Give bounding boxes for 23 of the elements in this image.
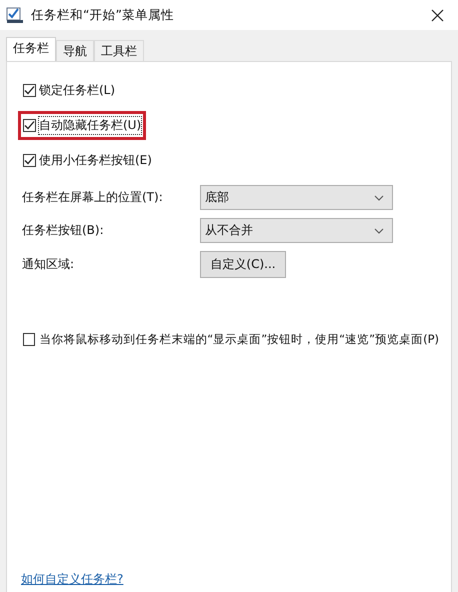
setting-label: 任务栏在屏幕上的位置(T): — [22, 189, 164, 206]
checkbox-label: 锁定任务栏(L) — [39, 82, 116, 99]
checkbox[interactable] — [23, 154, 36, 167]
tab[interactable]: 任务栏 — [6, 37, 56, 61]
close-icon[interactable] — [431, 8, 444, 22]
chevron-down-icon — [374, 228, 384, 234]
checkbox[interactable] — [23, 333, 36, 346]
setting-label: 通知区域: — [22, 256, 76, 273]
tab[interactable]: 工具栏 — [94, 40, 144, 61]
dropdown[interactable]: 从不合并 — [200, 218, 393, 243]
checkbox-label: 当你将鼠标移动到任务栏末端的“显示桌面”按钮时，使用“速览”预览桌面(P) — [39, 332, 439, 347]
checkbox[interactable] — [23, 119, 36, 132]
tab[interactable]: 导航 — [56, 40, 94, 61]
checkbox-label: 使用小任务栏按钮(E) — [39, 152, 152, 169]
checkbox-label: 自动隐藏任务栏(U) — [39, 117, 142, 134]
dropdown[interactable]: 底部 — [200, 185, 393, 210]
checkbox[interactable] — [23, 84, 36, 97]
chevron-down-icon — [374, 194, 384, 200]
setting-label: 任务栏按钮(B): — [22, 222, 105, 239]
help-link[interactable]: 如何自定义任务栏? — [21, 571, 124, 588]
window-title: 任务栏和“开始”菜单属性 — [31, 6, 175, 24]
customize-button[interactable]: 自定义(C)... — [200, 251, 286, 278]
taskbar-settings-icon — [6, 6, 24, 24]
